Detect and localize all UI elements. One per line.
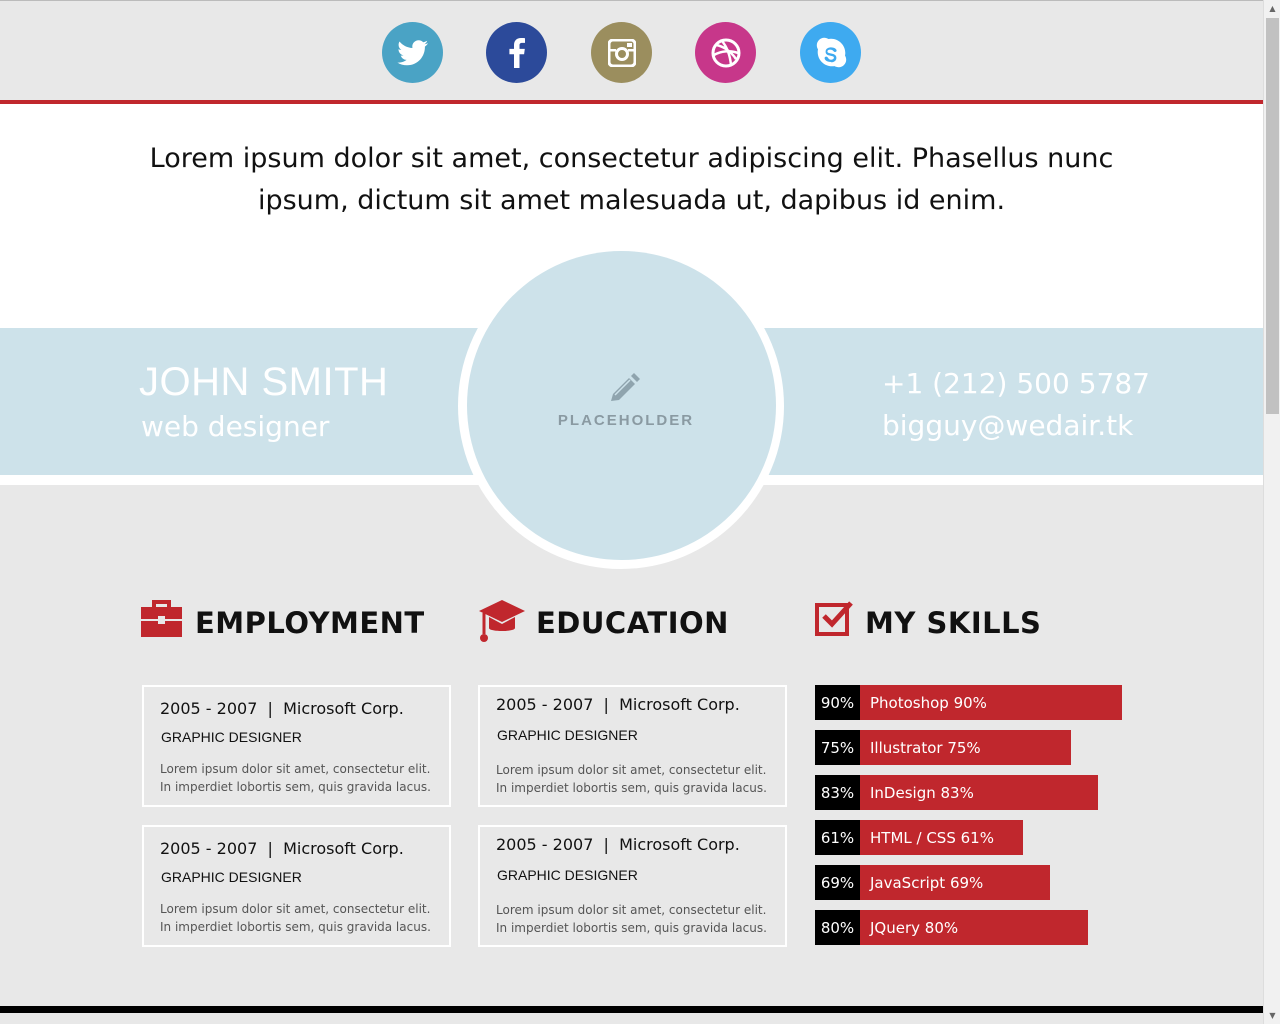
skill-bar: 80% JQuery 80%: [815, 910, 1088, 945]
skill-label: InDesign 83%: [860, 775, 1098, 810]
employment-heading: EMPLOYMENT: [195, 606, 425, 640]
skill-percent: 80%: [815, 910, 860, 945]
education-period: 2005 - 2007 | Microsoft Corp.: [496, 835, 740, 854]
avatar-placeholder-label: PLACEHOLDER: [557, 412, 695, 429]
skill-bar: 75% Illustrator 75%: [815, 730, 1071, 765]
avatar[interactable]: [467, 251, 776, 560]
vertical-scrollbar[interactable]: ▲ ▼: [1263, 0, 1280, 1024]
instagram-icon[interactable]: [591, 22, 652, 83]
skill-bar: 69% JavaScript 69%: [815, 865, 1050, 900]
skill-percent: 69%: [815, 865, 860, 900]
education-title: GRAPHIC DESIGNER: [497, 867, 638, 883]
education-card: 2005 - 2007 | Microsoft Corp. GRAPHIC DE…: [478, 825, 787, 947]
skill-bar: 90% Photoshop 90%: [815, 685, 1122, 720]
skill-percent: 90%: [815, 685, 860, 720]
scrollbar-thumb[interactable]: [1266, 18, 1279, 414]
skill-label: JQuery 80%: [860, 910, 1088, 945]
employment-card: 2005 - 2007 | Microsoft Corp. GRAPHIC DE…: [142, 685, 451, 807]
twitter-icon[interactable]: [382, 22, 443, 83]
briefcase-icon: [141, 600, 182, 637]
dribbble-icon[interactable]: [695, 22, 756, 83]
skype-icon[interactable]: [800, 22, 861, 83]
skill-label: HTML / CSS 61%: [860, 820, 1023, 855]
checkbox-icon: [815, 601, 853, 636]
job-period: 2005 - 2007 | Microsoft Corp.: [160, 839, 404, 858]
skill-bar: 83% InDesign 83%: [815, 775, 1098, 810]
education-description: Lorem ipsum dolor sit amet, consectetur …: [496, 903, 767, 935]
profile-name: JOHN SMITH: [139, 360, 389, 404]
education-period: 2005 - 2007 | Microsoft Corp.: [496, 695, 740, 714]
profile-role: web designer: [141, 410, 330, 443]
education-title: GRAPHIC DESIGNER: [497, 727, 638, 743]
skill-bar: 61% HTML / CSS 61%: [815, 820, 1023, 855]
job-title: GRAPHIC DESIGNER: [161, 729, 302, 745]
footer-border: [0, 1006, 1263, 1013]
skill-label: Illustrator 75%: [860, 730, 1071, 765]
skill-percent: 83%: [815, 775, 860, 810]
employment-card: 2005 - 2007 | Microsoft Corp. GRAPHIC DE…: [142, 825, 451, 947]
scroll-down-arrow-icon[interactable]: ▼: [1264, 1007, 1280, 1024]
job-description: Lorem ipsum dolor sit amet, consectetur …: [160, 902, 431, 934]
skill-percent: 75%: [815, 730, 860, 765]
intro-text: Lorem ipsum dolor sit amet, consectetur …: [149, 143, 1114, 216]
facebook-icon[interactable]: [486, 22, 547, 83]
job-description: Lorem ipsum dolor sit amet, consectetur …: [160, 762, 431, 794]
pencil-icon: [611, 373, 640, 401]
education-card: 2005 - 2007 | Microsoft Corp. GRAPHIC DE…: [478, 685, 787, 807]
skill-percent: 61%: [815, 820, 860, 855]
job-period: 2005 - 2007 | Microsoft Corp.: [160, 699, 404, 718]
scroll-up-arrow-icon[interactable]: ▲: [1264, 0, 1280, 17]
education-description: Lorem ipsum dolor sit amet, consectetur …: [496, 763, 767, 795]
footer: [0, 1013, 1263, 1024]
profile-phone: +1 (212) 500 5787: [882, 367, 1150, 400]
graduation-cap-icon: [479, 600, 525, 642]
social-bar: [0, 1, 1263, 101]
resume-page: Lorem ipsum dolor sit amet, consectetur …: [0, 0, 1263, 1024]
skill-label: Photoshop 90%: [860, 685, 1122, 720]
job-title: GRAPHIC DESIGNER: [161, 869, 302, 885]
profile-email[interactable]: bigguy@wedair.tk: [882, 409, 1133, 442]
skill-label: JavaScript 69%: [860, 865, 1050, 900]
education-heading: EDUCATION: [536, 606, 729, 640]
skills-heading: MY SKILLS: [865, 606, 1042, 640]
